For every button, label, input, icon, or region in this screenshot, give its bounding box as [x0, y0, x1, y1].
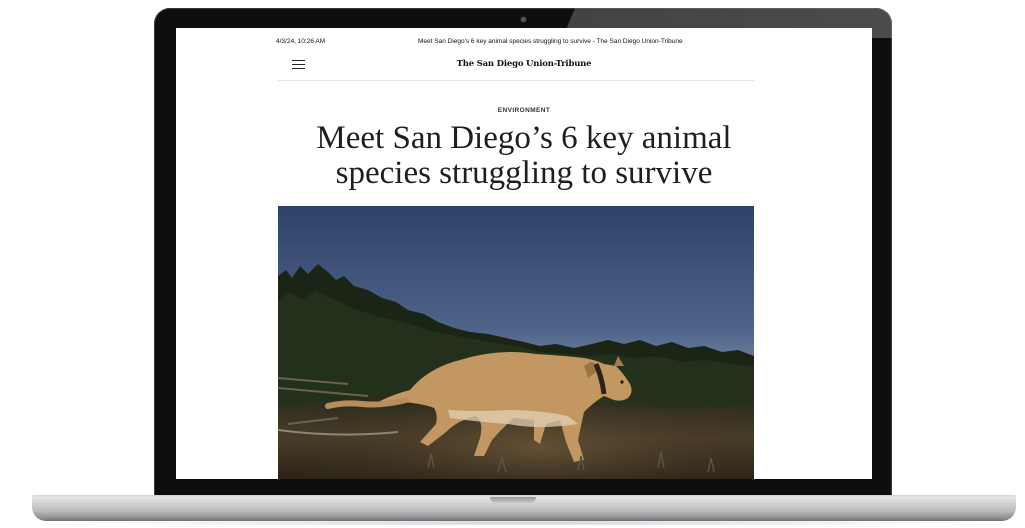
header-divider	[278, 80, 754, 81]
headline-line-1: Meet San Diego’s 6 key animal	[316, 120, 732, 156]
laptop-shadow	[60, 520, 988, 526]
print-datetime: 4/3/24, 10:26 AM	[276, 38, 326, 45]
site-masthead[interactable]: The San Diego Union-Tribune	[176, 59, 872, 69]
section-label[interactable]: ENVIRONMENT	[176, 107, 872, 114]
headline-line-2: species struggling to survive	[335, 155, 713, 191]
article-headline: Meet San Diego’s 6 key animal species st…	[176, 121, 872, 191]
laptop-screen: 4/3/24, 10:26 AM Meet San Diego's 6 key …	[176, 28, 872, 479]
camera-icon	[521, 17, 526, 22]
laptop-opening-notch	[490, 497, 536, 503]
laptop-lid: 4/3/24, 10:26 AM Meet San Diego's 6 key …	[154, 8, 892, 498]
print-page-title: Meet San Diego's 6 key animal species st…	[418, 38, 683, 45]
hero-photo-mountain-lion	[278, 206, 754, 479]
mountain-lion-illustration	[278, 206, 754, 479]
